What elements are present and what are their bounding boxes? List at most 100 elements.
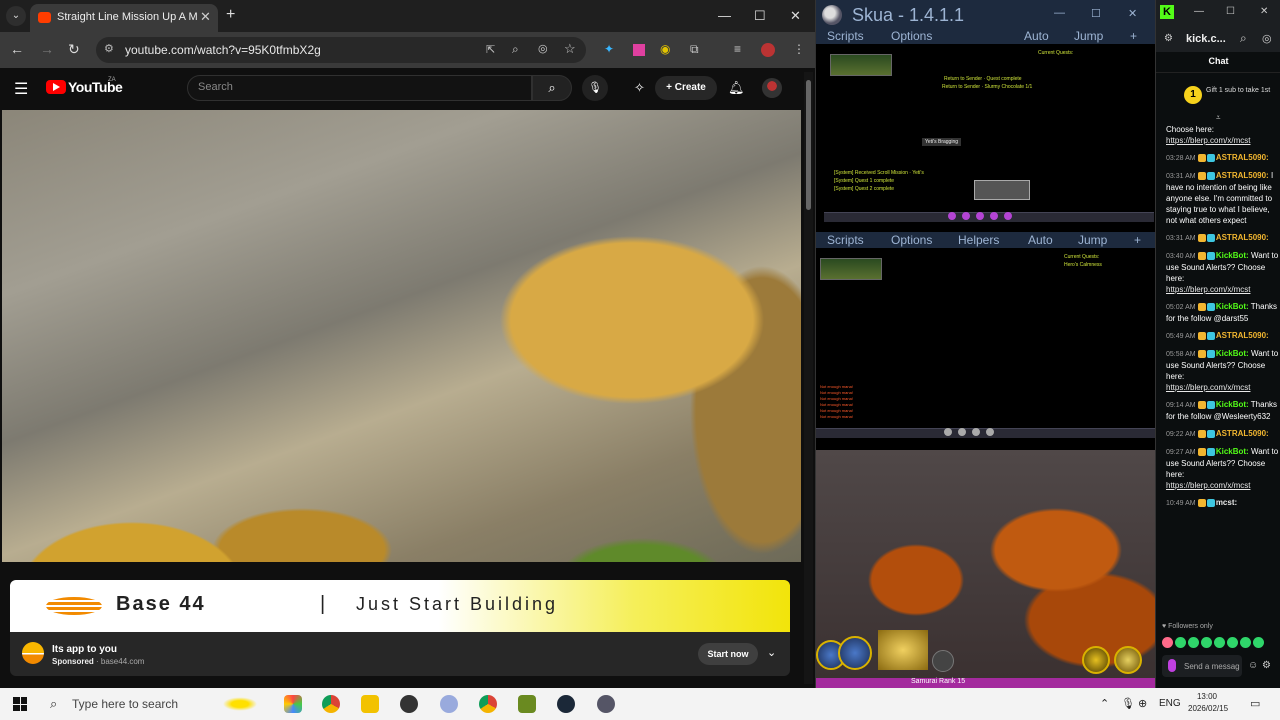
message-username[interactable]: KickBot:: [1216, 349, 1249, 358]
search-highlight-icon[interactable]: [220, 696, 260, 712]
item-icon[interactable]: [1114, 646, 1142, 674]
skua-jump-menu[interactable]: Jump: [1074, 29, 1103, 43]
message-username[interactable]: KickBot:: [1216, 302, 1249, 311]
app-icon[interactable]: [440, 695, 458, 713]
message-username[interactable]: mcst:: [1216, 498, 1237, 507]
media-controls-icon[interactable]: ≡: [734, 42, 741, 56]
chrome-icon[interactable]: [322, 695, 340, 713]
steam-icon[interactable]: [557, 695, 575, 713]
browser-menu-icon[interactable]: ⋮: [793, 42, 805, 56]
sponsored-ad[interactable]: Base 44 | Just Start Building Its app to…: [10, 580, 790, 676]
kick-eye-slash-icon[interactable]: ◎: [1262, 32, 1272, 45]
skua-options-menu-2[interactable]: Options: [891, 233, 932, 247]
ad-advertiser-icon[interactable]: [22, 642, 44, 664]
game-action-bar-1[interactable]: [824, 212, 1154, 222]
emote-icon[interactable]: [1201, 637, 1212, 648]
game-client-2[interactable]: Current Quests: Hero's Calmness Not enou…: [816, 250, 1156, 446]
skua-auto-menu[interactable]: Auto: [1024, 29, 1049, 43]
game-client-3[interactable]: Samurai Rank 15: [816, 450, 1156, 688]
skill-icon[interactable]: [962, 212, 970, 220]
skua-jump-menu-2[interactable]: Jump: [1078, 233, 1107, 247]
tab-search-icon[interactable]: ⌄: [6, 6, 26, 26]
emote-icon[interactable]: [1253, 637, 1264, 648]
cast-icon[interactable]: ⇱: [486, 43, 495, 56]
skua-scripts-menu-2[interactable]: Scripts: [827, 233, 864, 247]
emote-icon[interactable]: [1175, 637, 1186, 648]
skill-icon[interactable]: [990, 212, 998, 220]
chat-message-input[interactable]: [1184, 657, 1240, 675]
ask-sparkle-icon[interactable]: ✧: [634, 80, 645, 96]
new-tab-icon[interactable]: +: [226, 6, 235, 24]
ad-banner-image[interactable]: Base 44 | Just Start Building: [10, 580, 790, 632]
message-username[interactable]: ASTRAL5090:: [1216, 153, 1269, 162]
hamburger-menu-icon[interactable]: ☰: [14, 79, 28, 99]
skua-helpers-menu[interactable]: Helpers: [958, 233, 999, 247]
message-link[interactable]: https://blerp.com/x/mcst: [1166, 136, 1250, 145]
create-button[interactable]: + Create: [655, 76, 717, 100]
chevron-down-icon[interactable]: ⩡: [1216, 113, 1221, 123]
message-username[interactable]: KickBot:: [1216, 251, 1249, 260]
emote-icon[interactable]: [1214, 637, 1225, 648]
emote-icon[interactable]: [1240, 637, 1251, 648]
notifications-bell-icon[interactable]: 🔔︎: [728, 80, 745, 96]
chat-settings-icon[interactable]: ⚙: [1262, 660, 1271, 671]
skua-add-icon[interactable]: +: [1130, 29, 1137, 43]
message-username[interactable]: ASTRAL5090:: [1216, 331, 1269, 340]
account-avatar[interactable]: [762, 78, 782, 98]
kick-close-icon[interactable]: ✕: [1260, 6, 1268, 17]
gift-sub-icon[interactable]: 1: [1184, 86, 1202, 104]
bookmark-star-icon[interactable]: ☆: [564, 41, 576, 57]
potion-icon[interactable]: [1082, 646, 1110, 674]
chevron-down-icon[interactable]: ⌄: [767, 646, 776, 659]
skua-taskbar-icon[interactable]: [597, 695, 615, 713]
kick-minimize-icon[interactable]: —: [1194, 6, 1204, 17]
taskbar-search-input[interactable]: Type here to search: [72, 697, 178, 711]
taskbar-search-icon[interactable]: ⌕: [50, 696, 57, 712]
reload-icon[interactable]: ↻: [68, 41, 80, 58]
skill-icon[interactable]: [944, 428, 952, 436]
obs-icon[interactable]: [400, 695, 418, 713]
skill-icon[interactable]: [972, 428, 980, 436]
maximize-icon[interactable]: ☐: [754, 8, 766, 24]
chrome-icon-2[interactable]: [479, 695, 497, 713]
language-indicator[interactable]: ENG: [1159, 698, 1181, 709]
skua-auto-menu-2[interactable]: Auto: [1028, 233, 1053, 247]
minimize-icon[interactable]: —: [718, 8, 731, 23]
extension-yellow-icon[interactable]: ◉: [660, 42, 670, 56]
skua-minimize-icon[interactable]: —: [1054, 7, 1065, 19]
extension-translate-icon[interactable]: ✦: [604, 42, 614, 56]
zoom-icon[interactable]: ⌕: [512, 42, 519, 57]
youtube-search-input[interactable]: [198, 81, 518, 93]
tray-chevron-icon[interactable]: ⌃: [1100, 697, 1109, 710]
skua-options-menu[interactable]: Options: [891, 29, 932, 43]
message-link[interactable]: https://blerp.com/x/mcst: [1166, 383, 1250, 392]
skill-icon[interactable]: [958, 428, 966, 436]
kick-url[interactable]: kick.c...: [1186, 33, 1226, 45]
copilot-icon[interactable]: [284, 695, 302, 713]
microphone-tray-icon[interactable]: 🎙︎: [1121, 697, 1135, 710]
skill-icon[interactable]: [838, 636, 872, 670]
skill-icon[interactable]: [1004, 212, 1012, 220]
close-window-icon[interactable]: ✕: [790, 8, 801, 24]
video-player[interactable]: [2, 110, 801, 562]
microphone-icon[interactable]: 🎙: [582, 75, 608, 101]
site-info-icon[interactable]: ⚙: [104, 42, 114, 55]
ad-start-now-button[interactable]: Start now: [698, 643, 758, 665]
emote-icon[interactable]: [1188, 637, 1199, 648]
skua-close-icon[interactable]: ✕: [1128, 7, 1137, 20]
kick-zoom-icon[interactable]: ⌕: [1240, 31, 1247, 46]
windows-start-icon[interactable]: [13, 697, 27, 711]
address-bar[interactable]: ⚙ youtube.com/watch?v=95K0tfmbX2g ⇱ ⌕ ◎ …: [96, 37, 586, 63]
back-icon[interactable]: ←: [10, 41, 24, 57]
message-username[interactable]: ASTRAL5090:: [1216, 171, 1269, 180]
file-explorer-icon[interactable]: [361, 695, 379, 713]
taskbar-clock[interactable]: 13:00 2026/02/15: [1188, 691, 1228, 715]
forward-icon[interactable]: →: [40, 41, 54, 57]
search-button-icon[interactable]: ⌕: [532, 75, 572, 101]
page-scrollbar-thumb[interactable]: [806, 80, 811, 210]
settings-icon[interactable]: [932, 650, 954, 672]
message-link[interactable]: https://blerp.com/x/mcst: [1166, 481, 1250, 490]
profile-avatar[interactable]: [761, 43, 775, 57]
extension-pink-icon[interactable]: [633, 44, 645, 56]
skua-add-icon-2[interactable]: +: [1134, 233, 1141, 247]
